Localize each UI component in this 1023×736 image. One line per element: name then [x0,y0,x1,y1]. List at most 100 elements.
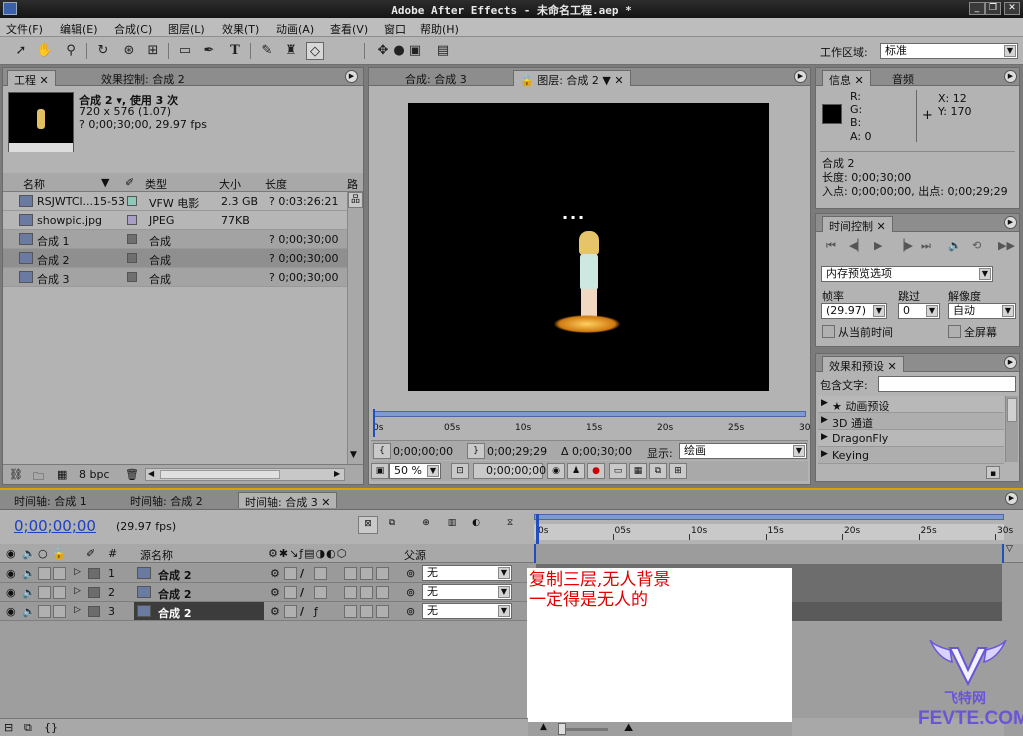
minimize-icon[interactable]: _ [969,2,985,15]
panel-menu-icon[interactable]: ▶ [1004,216,1017,229]
current-time-field[interactable]: 0;00;00;00 [473,463,546,479]
speaker-icon[interactable]: 🔈 [22,567,36,580]
loop-icon[interactable]: ⟲ [972,239,981,252]
view-axis-icon[interactable]: ▣ [406,42,424,60]
quality-switch-icon[interactable]: / [300,586,304,599]
effect-switch[interactable] [314,567,327,580]
last-frame-icon[interactable]: ⏭ [921,239,931,253]
effects-scrollbar[interactable] [1005,396,1018,462]
tab-effect-controls[interactable]: 效果控制: 合成 2 [95,70,191,86]
hand-tool-icon[interactable]: ✋ [36,42,54,60]
timeline-layer-row[interactable]: ◉ 🔈 ▷ 3 合成 2 ⚙ / ƒ ⊚ 无 ▼ [0,602,528,621]
effect-switch-icon[interactable]: ƒ [314,605,318,618]
fullscreen-checkbox[interactable] [948,325,961,338]
layer-label-swatch[interactable] [88,606,100,617]
project-row[interactable]: 合成 3 合成 ? 0;00;30;00 [3,268,347,287]
tab-info[interactable]: 信息 ✕ [822,70,871,87]
eye-icon[interactable]: ◉ [6,586,16,599]
rotate-tool-icon[interactable]: ↻ [94,42,112,60]
set-in-point-icon[interactable]: { [373,443,391,459]
panel-toggle-icon[interactable]: ▤ [434,42,452,60]
workspace-dropdown[interactable]: 标准 ▼ [880,43,1018,59]
expand-triangle-icon[interactable]: ▷ [74,567,81,577]
expand-triangle-icon[interactable]: ▶ [821,449,828,459]
graph-editor-icon[interactable]: ⧖ [500,516,520,534]
menu-animation[interactable]: 动画(A) [276,21,314,37]
adjustment-switch[interactable] [360,605,373,618]
comp-button-icon[interactable]: ▽ [1006,544,1020,558]
label-swatch[interactable] [127,234,137,244]
zoom-slider-thumb[interactable] [558,723,566,735]
resolution-dropdown[interactable]: 自动 ▼ [948,303,1016,319]
close-icon[interactable]: ✕ [877,220,886,233]
tab-timeline-comp-3[interactable]: 时间轴: 合成 3 ✕ [238,492,338,509]
project-row[interactable]: 合成 2 合成 ? 0;00;30;00 [3,249,347,268]
collapse-switch[interactable] [284,567,297,580]
lock-toggle[interactable] [53,605,66,618]
solo-toggle[interactable] [38,605,51,618]
collapse-switch[interactable] [284,586,297,599]
zoom-tool-icon[interactable]: ⚲ [62,42,80,60]
close-icon[interactable]: ✕ [40,74,49,87]
view-options-icon[interactable]: ⧉ [649,463,667,479]
tab-timeline-comp-2[interactable]: 时间轴: 合成 2 [124,492,209,508]
close-icon[interactable]: ✕ [855,74,864,87]
channels-icon[interactable]: ● [587,463,605,479]
eye-icon[interactable]: ◉ [6,605,16,618]
panel-menu-icon[interactable]: ▶ [1004,356,1017,369]
col-parent[interactable]: 父源 [404,547,426,563]
effects-list-item[interactable]: ▶ 3D 通道 [818,413,1004,430]
col-length[interactable]: 长度 [265,176,287,192]
motion-blur-switch[interactable] [344,567,357,580]
restore-icon[interactable]: ❐ [985,2,1001,15]
menu-window[interactable]: 窗口 [384,21,406,37]
expand-triangle-icon[interactable]: ▷ [74,605,81,615]
snapshot-icon[interactable]: ◉ [547,463,565,479]
menu-effect[interactable]: 效果(T) [222,21,259,37]
display-dropdown[interactable]: 绘画 ▼ [679,443,807,459]
motion-blur-icon[interactable]: ◐ [466,516,486,534]
tab-project[interactable]: 工程 ✕ [7,70,56,87]
horizontal-scrollbar[interactable]: ◀ ▶ [145,468,345,481]
fps-dropdown[interactable]: (29.97) ▼ [821,303,887,319]
pan-behind-icon[interactable]: ⊞ [144,42,162,60]
expand-triangle-icon[interactable]: ▷ [74,586,81,596]
scroll-thumb[interactable] [160,470,280,479]
eye-icon[interactable]: ◉ [6,567,16,580]
effects-list-item[interactable]: ▶ DragonFly [818,430,1004,447]
effects-list-item[interactable]: ▶ Keying [818,447,1004,464]
safe-zones-icon[interactable]: ⊡ [451,463,469,479]
flowchart-icon[interactable]: ⊞ [669,463,687,479]
next-frame-icon[interactable]: ▕▶ [896,239,913,252]
region-of-interest-icon[interactable]: ▭ [609,463,627,479]
layer-label-swatch[interactable] [88,568,100,579]
parent-dropdown[interactable]: 无 ▼ [422,603,512,619]
timeline-ruler[interactable]: 0s 05s 10s 15s 20s 25s 30s [534,514,1013,544]
speaker-icon[interactable]: 🔈 [22,605,36,618]
solo-toggle[interactable] [38,586,51,599]
timeline-timecode[interactable]: 0;00;00;00 [14,517,96,535]
selection-tool-icon[interactable]: ➚ [12,42,30,60]
speaker-icon[interactable]: 🔈 [22,586,36,599]
previous-frame-icon[interactable]: ◀▏ [849,239,866,252]
menu-file[interactable]: 文件(F) [6,21,43,37]
pickwhip-icon[interactable]: ⊚ [406,586,415,599]
effects-search-input[interactable] [878,376,1016,392]
3d-switch[interactable] [376,586,389,599]
preview-options-dropdown[interactable]: 内存预览选项 ▼ [821,266,993,282]
pen-tool-icon[interactable]: ✒ [200,42,218,60]
layer-label-swatch[interactable] [88,587,100,598]
label-swatch[interactable] [127,253,137,263]
frame-blending-icon[interactable]: ▥ [442,516,462,534]
bpc-label[interactable]: 8 bpc [79,468,110,481]
close-icon[interactable]: ✕ [1004,2,1020,15]
layer-name-cell[interactable]: 合成 2 [134,564,264,582]
shy-switch-icon[interactable]: ⚙ [270,586,280,599]
orbit-camera-icon[interactable]: ⊛ [120,42,138,60]
label-swatch[interactable] [127,196,137,206]
scroll-right-icon[interactable]: ▶ [334,469,340,478]
interpret-footage-icon[interactable]: ⛓ [9,468,23,481]
toggle-switches-icon[interactable]: ⊟ [4,721,13,734]
expand-triangle-icon[interactable]: ▶ [821,415,828,425]
col-path[interactable]: 路 [347,176,358,192]
